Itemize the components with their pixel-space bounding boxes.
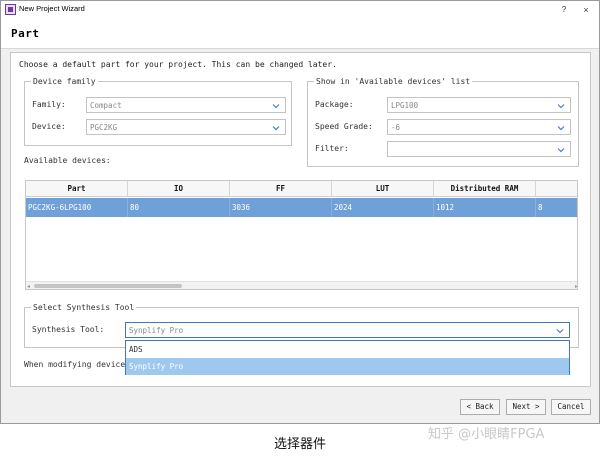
device-select[interactable]: PGC2KG — [86, 119, 286, 135]
device-label: Device: — [32, 122, 66, 131]
dropdown-option-ads[interactable]: ADS — [126, 341, 569, 358]
cell-ff: 3036 — [230, 198, 332, 217]
cell-u: 8 — [536, 198, 577, 217]
package-value: LPG100 — [391, 101, 419, 110]
family-select[interactable]: Compact — [86, 97, 286, 113]
device-value: PGC2KG — [90, 123, 118, 132]
dropdown-option-synplify-pro[interactable]: Synplify Pro — [126, 358, 569, 375]
back-button[interactable]: < Back — [460, 399, 500, 415]
intro-text: Choose a default part for your project. … — [19, 60, 337, 69]
wizard-window: New Project Wizard ? × Part Choose a def… — [0, 0, 600, 424]
filter-label: Filter: — [315, 144, 349, 153]
cell-part: PGC2KG-6LPG100 — [26, 198, 128, 217]
cell-io: 80 — [128, 198, 230, 217]
speed-grade-value: -6 — [391, 123, 401, 132]
chevron-down-icon — [272, 104, 280, 109]
synthesis-tool-select[interactable]: Synplify Pro — [125, 322, 570, 338]
cancel-button[interactable]: Cancel — [551, 399, 591, 415]
column-header-ff[interactable]: FF — [230, 181, 332, 197]
watermark: 知乎 @小眼睛FPGA — [428, 427, 545, 442]
title-bar: New Project Wizard ? × — [1, 1, 599, 19]
scroll-left-icon[interactable]: ◂ — [27, 283, 30, 289]
chevron-down-icon — [272, 126, 280, 131]
chevron-down-icon — [557, 104, 565, 109]
cell-lut: 2024 — [332, 198, 434, 217]
next-button[interactable]: Next > — [506, 399, 546, 415]
show-in-legend: Show in 'Available devices' list — [316, 77, 471, 86]
app-icon — [5, 4, 16, 15]
horizontal-scrollbar[interactable]: ◂ ▸ — [26, 281, 577, 289]
column-header-lut[interactable]: LUT — [332, 181, 434, 197]
page-title: Part — [11, 27, 40, 40]
chevron-down-icon — [557, 126, 565, 131]
window-title: New Project Wizard — [19, 4, 85, 13]
column-header-u[interactable]: U — [536, 181, 577, 197]
synthesis-tool-legend: Select Synthesis Tool — [33, 303, 135, 312]
synthesis-tool-dropdown[interactable]: ADS Synplify Pro — [125, 340, 570, 375]
available-devices-label: Available devices: — [24, 156, 111, 165]
chevron-down-icon — [556, 329, 564, 334]
package-select[interactable]: LPG100 — [387, 97, 571, 113]
table-header: Part IO FF LUT Distributed RAM U — [26, 181, 577, 197]
synthesis-tool-label: Synthesis Tool: — [32, 325, 105, 334]
content-panel: Choose a default part for your project. … — [10, 52, 591, 387]
chevron-down-icon — [557, 148, 565, 153]
filter-select[interactable] — [387, 141, 571, 157]
bottom-note: When modifying device — [24, 360, 126, 369]
family-label: Family: — [32, 100, 66, 109]
synthesis-tool-value: Synplify Pro — [129, 326, 184, 335]
package-label: Package: — [315, 100, 354, 109]
close-button[interactable]: × — [579, 3, 593, 17]
available-devices-table[interactable]: Part IO FF LUT Distributed RAM U PGC2KG-… — [25, 180, 578, 290]
page-header: Part — [1, 19, 599, 49]
speed-grade-select[interactable]: -6 — [387, 119, 571, 135]
scroll-right-icon[interactable]: ▸ — [575, 283, 577, 289]
column-header-distributed-ram[interactable]: Distributed RAM — [434, 181, 536, 197]
column-header-part[interactable]: Part — [26, 181, 128, 197]
family-value: Compact — [90, 101, 122, 110]
scrollbar-thumb[interactable] — [34, 284, 182, 288]
cell-distributed-ram: 1012 — [434, 198, 536, 217]
device-family-legend: Device family — [33, 77, 96, 86]
column-header-io[interactable]: IO — [128, 181, 230, 197]
help-button[interactable]: ? — [558, 3, 570, 17]
speed-grade-label: Speed Grade: — [315, 122, 373, 131]
table-row[interactable]: PGC2KG-6LPG100 80 3036 2024 1012 8 — [26, 198, 577, 217]
